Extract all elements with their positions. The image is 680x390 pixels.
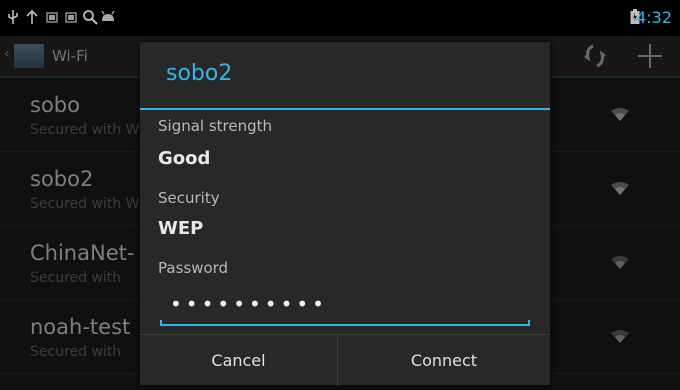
status-bar: 4:32 bbox=[0, 0, 680, 36]
security-label: Security bbox=[158, 189, 220, 207]
password-field-tick bbox=[528, 320, 530, 326]
android-icon bbox=[101, 10, 115, 21]
android-screen: 4:32 ‹ Wi-Fi sobo Secured with WEP sobo2… bbox=[0, 0, 680, 390]
connect-button[interactable]: Connect bbox=[338, 335, 550, 386]
password-field-underline bbox=[160, 324, 530, 326]
dialog-title-divider bbox=[140, 108, 550, 110]
password-label: Password bbox=[158, 259, 229, 277]
status-time: 4:32 bbox=[636, 8, 672, 27]
dialog-title: sobo2 bbox=[166, 61, 233, 86]
signal-strength-value: Good bbox=[158, 148, 211, 169]
notification-icon bbox=[46, 12, 58, 23]
signal-strength-label: Signal strength bbox=[158, 117, 273, 135]
password-masked-value: •••••••••• bbox=[170, 292, 328, 316]
cancel-button[interactable]: Cancel bbox=[140, 335, 337, 386]
password-field-tick bbox=[160, 320, 162, 326]
upload-arrow-icon bbox=[26, 9, 38, 24]
password-field[interactable]: •••••••••• bbox=[160, 286, 530, 326]
usb-icon bbox=[8, 10, 18, 24]
dialog-button-bar: Cancel Connect bbox=[140, 334, 550, 386]
search-icon bbox=[83, 10, 98, 25]
notification-icon bbox=[65, 12, 77, 23]
wifi-connect-dialog: sobo2 Signal strength Good Security WEP … bbox=[140, 42, 550, 386]
security-value: WEP bbox=[158, 218, 204, 239]
